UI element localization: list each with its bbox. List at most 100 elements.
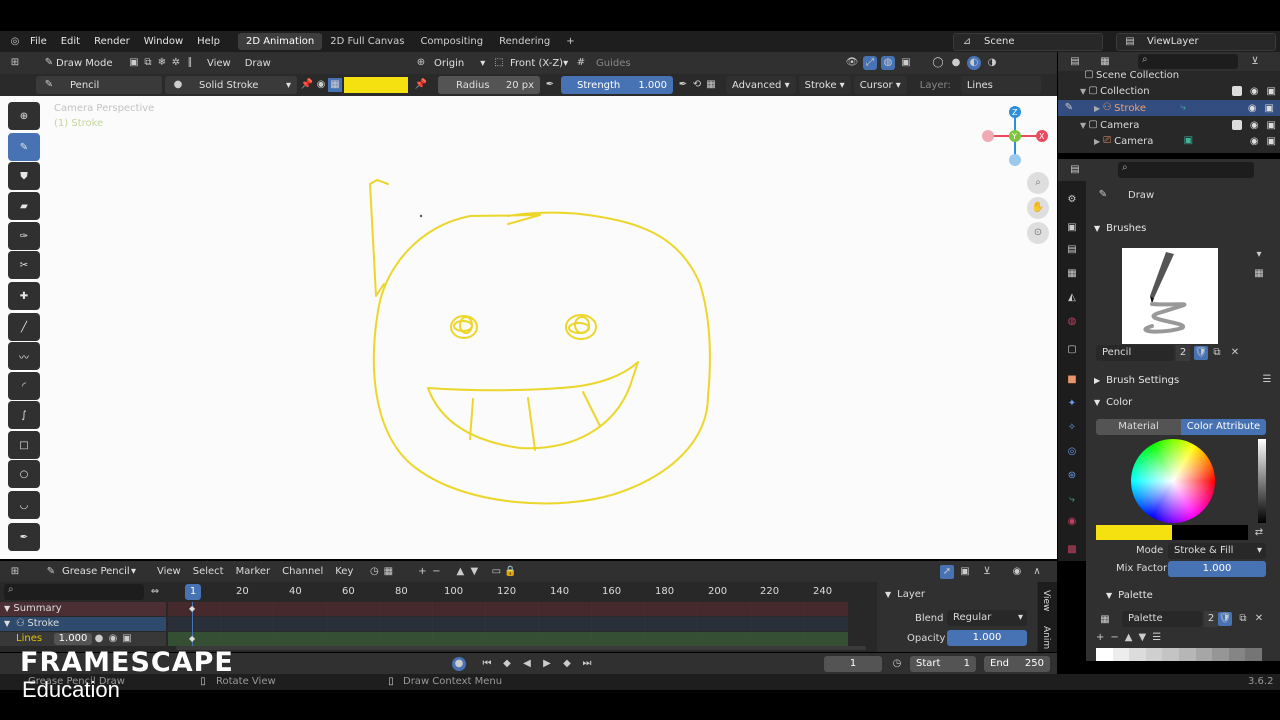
arc-tool[interactable]: ◜ bbox=[8, 372, 40, 400]
stroke-channel[interactable]: ▼ ⚇ Stroke bbox=[0, 617, 166, 631]
only-selected-icon[interactable]: ➚ bbox=[940, 564, 954, 579]
camera-icon[interactable]: ▣ bbox=[1267, 86, 1276, 97]
pan-view-button[interactable]: ✋ bbox=[1027, 197, 1049, 219]
brush-settings-section[interactable]: ▶ Brush Settings ☰ bbox=[1094, 372, 1274, 388]
channel-expand-icon[interactable]: ⇔ bbox=[148, 585, 162, 599]
dopesheet-mode-selector[interactable]: ✎ Grease Pencil ▾ bbox=[38, 562, 142, 581]
camera-icon[interactable]: ▣ bbox=[1267, 120, 1276, 131]
timeline-filter-icon[interactable]: ⊻ bbox=[980, 565, 994, 579]
primary-color-swatch[interactable] bbox=[1096, 525, 1172, 540]
camera-view-button[interactable]: ⊙ bbox=[1027, 222, 1049, 244]
data-tab-icon[interactable]: ⤷ bbox=[1065, 493, 1079, 507]
play-reverse-icon[interactable]: ◀ bbox=[520, 657, 534, 671]
timeline-menu-key[interactable]: Key bbox=[335, 566, 353, 577]
brushes-section[interactable]: ▼ Brushes bbox=[1094, 220, 1274, 236]
lines-channel[interactable]: Lines 1.000 ● ◉ ▣ bbox=[0, 632, 166, 646]
blender-logo-icon[interactable]: ◎ bbox=[8, 35, 22, 49]
screen-icon[interactable]: ▭ bbox=[489, 565, 503, 579]
pin-icon[interactable]: 📌 bbox=[300, 78, 314, 92]
vertex-color-icon[interactable]: ▦ bbox=[328, 78, 342, 92]
outliner-editor-icon[interactable]: ▤ bbox=[1068, 55, 1082, 69]
menu-edit[interactable]: Edit bbox=[61, 36, 80, 47]
tab-rendering[interactable]: Rendering bbox=[491, 33, 558, 50]
eye-icon[interactable]: ◉ bbox=[1250, 86, 1259, 97]
viewport-canvas[interactable]: Camera Perspective (1) Stroke Z X Y ⌕ ✋ … bbox=[0, 96, 1057, 559]
record-icon[interactable]: ● bbox=[452, 656, 466, 671]
frame-ruler[interactable]: 1 20 40 60 80 100 120 140 160 180 200 22… bbox=[170, 584, 870, 600]
tab-compositing[interactable]: Compositing bbox=[412, 33, 491, 50]
scene-selector[interactable]: ⊿ Scene bbox=[953, 32, 1103, 51]
keyframe-type-icon[interactable]: ▦ bbox=[381, 565, 395, 579]
collection-tab-icon[interactable]: ▢ bbox=[1065, 343, 1079, 357]
layer-up-icon[interactable]: ▲ bbox=[453, 565, 467, 579]
blend-dropdown[interactable]: Regular ▾ bbox=[947, 610, 1027, 626]
editor-type-icon[interactable]: ⊞ bbox=[8, 56, 22, 70]
eye-icon[interactable]: ◉ bbox=[1250, 120, 1259, 131]
tab-color-attribute[interactable]: Color Attribute bbox=[1181, 419, 1266, 435]
timeline-menu-marker[interactable]: Marker bbox=[236, 566, 271, 577]
material-shading-icon[interactable]: ◐ bbox=[967, 56, 981, 70]
prev-keyframe-icon[interactable]: ◆ bbox=[500, 657, 514, 671]
side-tab-view[interactable]: View bbox=[1041, 590, 1051, 611]
stroke-menu[interactable]: Stroke ▾ bbox=[798, 76, 851, 94]
brush-selector[interactable]: ✎ Pencil bbox=[36, 76, 162, 94]
fill-tool[interactable]: ⛊ bbox=[8, 162, 40, 190]
end-frame-field[interactable]: End 250 bbox=[984, 655, 1050, 672]
swap-colors-icon[interactable]: ⇄ bbox=[1252, 526, 1266, 540]
properties-editor-icon[interactable]: ▤ bbox=[1068, 163, 1082, 177]
start-frame-field[interactable]: Start 1 bbox=[910, 655, 976, 672]
palette-duplicate-icon[interactable]: ⧉ bbox=[1236, 612, 1250, 626]
advanced-menu[interactable]: Advanced ▾ bbox=[726, 76, 796, 94]
menu-help[interactable]: Help bbox=[197, 36, 220, 47]
add-layer-icon[interactable]: + bbox=[415, 565, 429, 579]
snow-icon[interactable]: ✲ bbox=[169, 56, 183, 70]
menu-draw[interactable]: Draw bbox=[245, 58, 271, 69]
texture-tab-icon[interactable]: ▩ bbox=[1065, 543, 1079, 557]
eyedropper-tool[interactable]: ✚ bbox=[8, 282, 40, 310]
value-slider[interactable] bbox=[1258, 439, 1266, 523]
effects-tab-icon[interactable]: ✧ bbox=[1065, 421, 1079, 435]
eye-icon[interactable]: ◉ bbox=[1250, 136, 1259, 147]
lines-keyframe-icon[interactable]: ◆ bbox=[189, 634, 195, 643]
lines-eye-icon[interactable]: ◉ bbox=[106, 632, 120, 646]
menu-render[interactable]: Render bbox=[94, 36, 130, 47]
lock-icon[interactable]: 🔒 bbox=[503, 565, 517, 579]
palette-fake-user-icon[interactable]: 🛡 bbox=[1218, 612, 1232, 626]
render-shading-icon[interactable]: ◑ bbox=[985, 56, 999, 70]
unlink-icon[interactable]: ✕ bbox=[1228, 346, 1242, 360]
scene-tab-icon[interactable]: ◭ bbox=[1065, 291, 1079, 305]
zoom-view-button[interactable]: ⌕ bbox=[1027, 172, 1049, 194]
color-wheel[interactable] bbox=[1131, 439, 1215, 523]
solid-shading-icon[interactable]: ● bbox=[949, 56, 963, 70]
cursor-tool[interactable]: ⊕ bbox=[8, 102, 40, 130]
material-selector[interactable]: ● Solid Stroke ▾ bbox=[165, 76, 297, 94]
camera-icon[interactable]: ▣ bbox=[1267, 136, 1276, 147]
include-checkbox[interactable] bbox=[1231, 85, 1242, 96]
draw-tool[interactable]: ✎ bbox=[8, 133, 40, 161]
menu-view[interactable]: View bbox=[207, 58, 231, 69]
tool-tab-icon[interactable]: ⚙ bbox=[1065, 193, 1079, 207]
interpolate-tool[interactable]: ◡ bbox=[8, 491, 40, 519]
render-tab-icon[interactable]: ▣ bbox=[1065, 221, 1079, 235]
summary-keyframe-icon[interactable]: ◆ bbox=[189, 604, 195, 613]
box-select-icon[interactable]: ▣ bbox=[958, 565, 972, 579]
proportional-icon[interactable]: ◉ bbox=[1010, 565, 1024, 579]
tab-2d-animation[interactable]: 2D Animation bbox=[237, 33, 323, 50]
wireframe-shading-icon[interactable]: ◯ bbox=[931, 56, 945, 70]
cursor-menu[interactable]: Cursor ▾ bbox=[853, 76, 907, 94]
opacity-field[interactable]: 1.000 bbox=[947, 630, 1027, 646]
curve-icon[interactable]: ∧ bbox=[1030, 565, 1044, 579]
next-keyframe-icon[interactable]: ◆ bbox=[560, 657, 574, 671]
annotate-tool[interactable]: ✒ bbox=[8, 523, 40, 551]
channel-search-input[interactable]: ⌕ bbox=[4, 584, 144, 600]
xray-icon[interactable]: ▣ bbox=[899, 56, 913, 70]
side-tab-anim[interactable]: Anim bbox=[1041, 626, 1051, 649]
color-section[interactable]: ▼ Color bbox=[1094, 394, 1274, 410]
cutter-tool[interactable]: ✂ bbox=[8, 251, 40, 279]
eye-icon[interactable]: ◉ bbox=[1248, 103, 1257, 114]
filter-icon[interactable]: ⊻ bbox=[1248, 55, 1262, 69]
stroke-edit-icon[interactable]: ∥ bbox=[183, 56, 197, 70]
radius-field[interactable]: Radius 20 px bbox=[438, 76, 540, 94]
constraints-tab-icon[interactable]: ⊛ bbox=[1065, 469, 1079, 483]
remove-layer-icon[interactable]: − bbox=[429, 565, 443, 579]
